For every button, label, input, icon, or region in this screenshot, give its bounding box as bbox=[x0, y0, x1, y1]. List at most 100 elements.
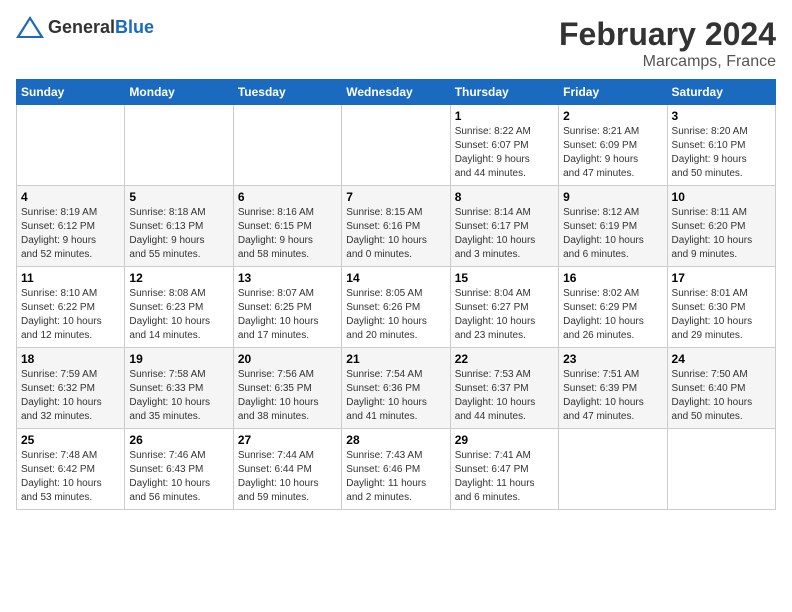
day-info: Sunrise: 8:21 AM Sunset: 6:09 PM Dayligh… bbox=[563, 125, 662, 181]
calendar-week-5: 25 Sunrise: 7:48 AM Sunset: 6:42 PM Dayli… bbox=[17, 429, 776, 510]
day-number: 19 bbox=[129, 352, 228, 366]
day-info: Sunrise: 8:01 AM Sunset: 6:30 PM Dayligh… bbox=[672, 287, 771, 343]
day-info: Sunrise: 8:18 AM Sunset: 6:13 PM Dayligh… bbox=[129, 206, 228, 262]
day-number: 5 bbox=[129, 190, 228, 204]
day-number: 29 bbox=[455, 433, 554, 447]
calendar-cell: 23Sunrise: 7:51 AM Sunset: 6:39 PM Dayli… bbox=[559, 348, 667, 429]
day-number: 7 bbox=[346, 190, 445, 204]
day-info: Sunrise: 8:19 AM Sunset: 6:12 PM Dayligh… bbox=[21, 206, 120, 262]
calendar-cell bbox=[667, 429, 775, 510]
day-number: 1 bbox=[455, 109, 554, 123]
day-number: 6 bbox=[238, 190, 337, 204]
calendar-cell: 6 Sunrise: 8:16 AM Sunset: 6:15 PM Daylig… bbox=[233, 186, 341, 267]
day-number: 15 bbox=[455, 271, 554, 285]
calendar-cell: 11 Sunrise: 8:10 AM Sunset: 6:22 PM Dayli… bbox=[17, 267, 125, 348]
calendar-cell: 19 Sunrise: 7:58 AM Sunset: 6:33 PM Dayli… bbox=[125, 348, 233, 429]
calendar-cell: 21Sunrise: 7:54 AM Sunset: 6:36 PM Dayli… bbox=[342, 348, 450, 429]
day-number: 13 bbox=[238, 271, 337, 285]
day-info: Sunrise: 7:58 AM Sunset: 6:33 PM Dayligh… bbox=[129, 368, 228, 424]
page-header: GeneralBlue February 2024 Marcamps, Fran… bbox=[16, 16, 776, 71]
day-info: Sunrise: 7:50 AM Sunset: 6:40 PM Dayligh… bbox=[672, 368, 771, 424]
day-info: Sunrise: 7:44 AM Sunset: 6:44 PM Dayligh… bbox=[238, 449, 337, 505]
day-info: Sunrise: 8:04 AM Sunset: 6:27 PM Dayligh… bbox=[455, 287, 554, 343]
day-number: 20 bbox=[238, 352, 337, 366]
day-info: Sunrise: 7:46 AM Sunset: 6:43 PM Dayligh… bbox=[129, 449, 228, 505]
calendar-cell: 18 Sunrise: 7:59 AM Sunset: 6:32 PM Dayli… bbox=[17, 348, 125, 429]
month-year-title: February 2024 bbox=[559, 16, 776, 53]
calendar-header-row: SundayMondayTuesdayWednesdayThursdayFrid… bbox=[17, 80, 776, 105]
day-info: Sunrise: 7:53 AM Sunset: 6:37 PM Dayligh… bbox=[455, 368, 554, 424]
calendar-cell: 7 Sunrise: 8:15 AM Sunset: 6:16 PM Daylig… bbox=[342, 186, 450, 267]
column-header-wednesday: Wednesday bbox=[342, 80, 450, 105]
day-number: 3 bbox=[672, 109, 771, 123]
day-info: Sunrise: 7:59 AM Sunset: 6:32 PM Dayligh… bbox=[21, 368, 120, 424]
day-number: 10 bbox=[672, 190, 771, 204]
calendar-cell: 26 Sunrise: 7:46 AM Sunset: 6:43 PM Dayli… bbox=[125, 429, 233, 510]
calendar-cell: 3 Sunrise: 8:20 AM Sunset: 6:10 PM Daylig… bbox=[667, 105, 775, 186]
calendar-cell: 12 Sunrise: 8:08 AM Sunset: 6:23 PM Dayli… bbox=[125, 267, 233, 348]
calendar-cell: 10 Sunrise: 8:11 AM Sunset: 6:20 PM Dayli… bbox=[667, 186, 775, 267]
day-number: 2 bbox=[563, 109, 662, 123]
calendar-cell: 24 Sunrise: 7:50 AM Sunset: 6:40 PM Dayli… bbox=[667, 348, 775, 429]
day-info: Sunrise: 8:10 AM Sunset: 6:22 PM Dayligh… bbox=[21, 287, 120, 343]
calendar-cell: 8Sunrise: 8:14 AM Sunset: 6:17 PM Daylig… bbox=[450, 186, 558, 267]
day-number: 28 bbox=[346, 433, 445, 447]
column-header-friday: Friday bbox=[559, 80, 667, 105]
day-number: 22 bbox=[455, 352, 554, 366]
calendar-cell: 5 Sunrise: 8:18 AM Sunset: 6:13 PM Daylig… bbox=[125, 186, 233, 267]
calendar-week-4: 18 Sunrise: 7:59 AM Sunset: 6:32 PM Dayli… bbox=[17, 348, 776, 429]
day-number: 12 bbox=[129, 271, 228, 285]
calendar-cell: 28 Sunrise: 7:43 AM Sunset: 6:46 PM Dayli… bbox=[342, 429, 450, 510]
day-number: 8 bbox=[455, 190, 554, 204]
column-header-tuesday: Tuesday bbox=[233, 80, 341, 105]
calendar-cell bbox=[342, 105, 450, 186]
day-number: 17 bbox=[672, 271, 771, 285]
calendar-table: SundayMondayTuesdayWednesdayThursdayFrid… bbox=[16, 79, 776, 510]
day-number: 26 bbox=[129, 433, 228, 447]
calendar-cell bbox=[233, 105, 341, 186]
calendar-cell: 2 Sunrise: 8:21 AM Sunset: 6:09 PM Daylig… bbox=[559, 105, 667, 186]
day-number: 23 bbox=[563, 352, 662, 366]
column-header-saturday: Saturday bbox=[667, 80, 775, 105]
calendar-cell: 20 Sunrise: 7:56 AM Sunset: 6:35 PM Dayli… bbox=[233, 348, 341, 429]
column-header-sunday: Sunday bbox=[17, 80, 125, 105]
day-info: Sunrise: 7:48 AM Sunset: 6:42 PM Dayligh… bbox=[21, 449, 120, 505]
calendar-cell: 4Sunrise: 8:19 AM Sunset: 6:12 PM Daylig… bbox=[17, 186, 125, 267]
day-number: 27 bbox=[238, 433, 337, 447]
day-number: 14 bbox=[346, 271, 445, 285]
location-subtitle: Marcamps, France bbox=[559, 53, 776, 71]
day-info: Sunrise: 7:43 AM Sunset: 6:46 PM Dayligh… bbox=[346, 449, 445, 505]
day-info: Sunrise: 8:16 AM Sunset: 6:15 PM Dayligh… bbox=[238, 206, 337, 262]
day-number: 16 bbox=[563, 271, 662, 285]
calendar-cell: 25 Sunrise: 7:48 AM Sunset: 6:42 PM Dayli… bbox=[17, 429, 125, 510]
calendar-cell: 22 Sunrise: 7:53 AM Sunset: 6:37 PM Dayli… bbox=[450, 348, 558, 429]
title-block: February 2024 Marcamps, France bbox=[559, 16, 776, 71]
calendar-week-2: 4Sunrise: 8:19 AM Sunset: 6:12 PM Daylig… bbox=[17, 186, 776, 267]
calendar-cell bbox=[17, 105, 125, 186]
day-info: Sunrise: 7:41 AM Sunset: 6:47 PM Dayligh… bbox=[455, 449, 554, 505]
calendar-cell: 13 Sunrise: 8:07 AM Sunset: 6:25 PM Dayli… bbox=[233, 267, 341, 348]
logo-blue-text: Blue bbox=[115, 17, 154, 37]
column-header-thursday: Thursday bbox=[450, 80, 558, 105]
day-number: 11 bbox=[21, 271, 120, 285]
day-info: Sunrise: 8:11 AM Sunset: 6:20 PM Dayligh… bbox=[672, 206, 771, 262]
day-number: 24 bbox=[672, 352, 771, 366]
calendar-cell: 27 Sunrise: 7:44 AM Sunset: 6:44 PM Dayli… bbox=[233, 429, 341, 510]
day-info: Sunrise: 8:12 AM Sunset: 6:19 PM Dayligh… bbox=[563, 206, 662, 262]
calendar-cell: 14Sunrise: 8:05 AM Sunset: 6:26 PM Dayli… bbox=[342, 267, 450, 348]
calendar-cell: 1Sunrise: 8:22 AM Sunset: 6:07 PM Daylig… bbox=[450, 105, 558, 186]
logo: GeneralBlue bbox=[16, 16, 154, 38]
day-info: Sunrise: 8:08 AM Sunset: 6:23 PM Dayligh… bbox=[129, 287, 228, 343]
day-number: 25 bbox=[21, 433, 120, 447]
day-info: Sunrise: 8:20 AM Sunset: 6:10 PM Dayligh… bbox=[672, 125, 771, 181]
calendar-cell: 9Sunrise: 8:12 AM Sunset: 6:19 PM Daylig… bbox=[559, 186, 667, 267]
day-info: Sunrise: 8:07 AM Sunset: 6:25 PM Dayligh… bbox=[238, 287, 337, 343]
day-info: Sunrise: 7:56 AM Sunset: 6:35 PM Dayligh… bbox=[238, 368, 337, 424]
logo-general-text: General bbox=[48, 17, 115, 37]
day-info: Sunrise: 7:54 AM Sunset: 6:36 PM Dayligh… bbox=[346, 368, 445, 424]
calendar-cell: 17 Sunrise: 8:01 AM Sunset: 6:30 PM Dayli… bbox=[667, 267, 775, 348]
calendar-cell bbox=[125, 105, 233, 186]
day-info: Sunrise: 8:15 AM Sunset: 6:16 PM Dayligh… bbox=[346, 206, 445, 262]
day-number: 18 bbox=[21, 352, 120, 366]
day-info: Sunrise: 8:02 AM Sunset: 6:29 PM Dayligh… bbox=[563, 287, 662, 343]
